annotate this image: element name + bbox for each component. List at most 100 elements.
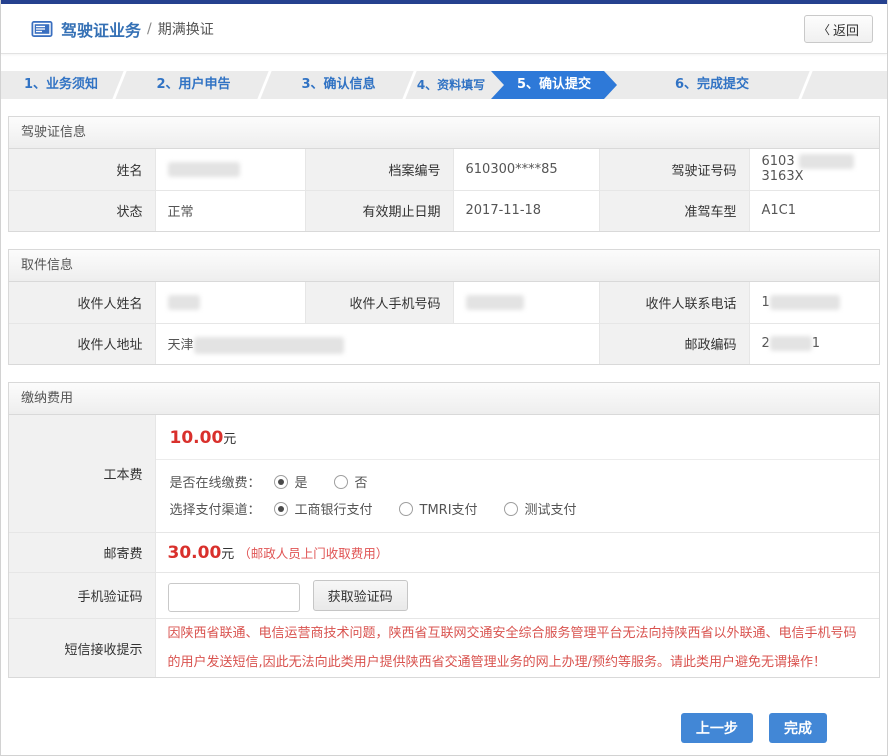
postage-fee-label: 邮寄费	[9, 533, 155, 573]
redacted-value	[466, 295, 524, 310]
channel-tmri-label: TMRI支付	[420, 499, 478, 518]
pay-channel-row: 选择支付渠道： 工商银行支付 TMRI支付 测试支付	[170, 495, 866, 522]
recipient-phone-prefix: 1	[762, 295, 770, 310]
license-info-table: 姓名 档案编号 610300****85 驾驶证号码 6103 3163X 状态…	[9, 149, 879, 231]
recipient-phone-label: 收件人联系电话	[599, 282, 749, 323]
pickup-info-section: 取件信息 收件人姓名 收件人手机号码 收件人联系电话 1 收件人地址 天津 邮政…	[8, 249, 880, 365]
sms-code-cell: 获取验证码	[155, 573, 879, 619]
table-row: 收件人姓名 收件人手机号码 收件人联系电话 1	[9, 282, 879, 323]
breadcrumb-current: 期满换证	[158, 19, 214, 39]
online-pay-row: 是否在线缴费： 是 否	[170, 468, 866, 495]
postal-code-label: 邮政编码	[599, 323, 749, 364]
table-row: 手机验证码 获取验证码	[9, 573, 879, 619]
step-6-complete-submit[interactable]: 6、完成提交	[617, 71, 807, 99]
radio-channel-icbc[interactable]: 工商银行支付	[274, 499, 373, 518]
table-row: 邮寄费 30.00元（邮政人员上门收取费用）	[9, 533, 879, 573]
back-button-label: 返回	[833, 20, 859, 39]
postal-code-prefix: 2	[762, 336, 770, 351]
radio-selected-icon[interactable]	[274, 475, 288, 489]
redacted-value	[770, 295, 840, 310]
license-number-label: 驾驶证号码	[599, 149, 749, 190]
breadcrumb-divider: /	[147, 21, 152, 37]
redacted-value	[799, 154, 854, 169]
radio-channel-tmri[interactable]: TMRI支付	[399, 499, 478, 518]
file-number-value: 610300****85	[453, 149, 599, 190]
postage-amount: 30.00	[168, 543, 222, 563]
expiry-date-label: 有效期止日期	[305, 190, 453, 231]
recipient-mobile-label: 收件人手机号码	[305, 282, 453, 323]
redacted-value	[168, 295, 200, 310]
step-3-confirm-info[interactable]: 3、确认信息	[266, 71, 411, 99]
name-label: 姓名	[9, 149, 155, 190]
channel-icbc-label: 工商银行支付	[295, 499, 373, 518]
table-row: 状态 正常 有效期止日期 2017-11-18 准驾车型 A1C1	[9, 190, 879, 231]
card-fee-cell: 10.00元 是否在线缴费： 是 否	[155, 415, 879, 533]
fees-table: 工本费 10.00元 是否在线缴费： 是	[9, 415, 879, 677]
card-fee-amount: 10.00	[170, 428, 224, 448]
get-code-button[interactable]: 获取验证码	[313, 580, 408, 611]
card-fee-amount-line: 10.00元	[156, 415, 880, 460]
footer-actions: 上一步 完成	[1, 713, 887, 743]
radio-selected-icon[interactable]	[274, 502, 288, 516]
recipient-address-prefix: 天津	[168, 338, 194, 353]
previous-step-button[interactable]: 上一步	[681, 713, 753, 743]
license-info-section: 驾驶证信息 姓名 档案编号 610300****85 驾驶证号码 6103 31…	[8, 116, 880, 232]
status-value: 正常	[155, 190, 305, 231]
radio-channel-test[interactable]: 测试支付	[504, 499, 577, 518]
license-info-heading: 驾驶证信息	[9, 117, 879, 149]
recipient-name-label: 收件人姓名	[9, 282, 155, 323]
license-service-icon	[31, 20, 53, 38]
online-pay-caption: 是否在线缴费：	[170, 472, 274, 491]
back-chevron-icon: 〈	[818, 21, 830, 38]
recipient-address-label: 收件人地址	[9, 323, 155, 364]
sms-tip-label: 短信接收提示	[9, 619, 155, 678]
step-1-business-notice[interactable]: 1、业务须知	[1, 71, 121, 99]
vehicle-class-value: A1C1	[749, 190, 879, 231]
channel-test-label: 测试支付	[525, 499, 577, 518]
license-number-suffix: 3163X	[762, 169, 804, 184]
fees-section: 缴纳费用 工本费 10.00元 是否在线缴费： 是	[8, 382, 880, 678]
expiry-date-value: 2017-11-18	[453, 190, 599, 231]
table-row: 收件人地址 天津 邮政编码 21	[9, 323, 879, 364]
name-value	[155, 149, 305, 190]
recipient-mobile-value	[453, 282, 599, 323]
postage-fee-value: 30.00元（邮政人员上门收取费用）	[155, 533, 879, 573]
step-bar-tail	[807, 71, 887, 99]
radio-online-pay-no[interactable]: 否	[334, 472, 368, 491]
finish-button[interactable]: 完成	[769, 713, 827, 743]
license-number-prefix: 6103	[762, 154, 795, 169]
radio-unselected-icon[interactable]	[504, 502, 518, 516]
sms-tip-text: 因陕西省联通、电信运营商技术问题，陕西省互联网交通安全综合服务管理平台无法向持陕…	[168, 619, 868, 677]
card-fee-unit: 元	[223, 432, 236, 447]
step-wizard: 1、业务须知 2、用户申告 3、确认信息 4、资料填写 5、确认提交 6、完成提…	[1, 71, 887, 99]
radio-online-pay-yes[interactable]: 是	[274, 472, 308, 491]
payment-options-block: 是否在线缴费： 是 否 选择支付渠道：	[156, 460, 880, 532]
online-pay-no-label: 否	[355, 472, 368, 491]
radio-unselected-icon[interactable]	[399, 502, 413, 516]
postage-unit: 元	[221, 547, 234, 562]
table-row: 工本费 10.00元 是否在线缴费： 是	[9, 415, 879, 533]
radio-unselected-icon[interactable]	[334, 475, 348, 489]
table-row: 姓名 档案编号 610300****85 驾驶证号码 6103 3163X	[9, 149, 879, 190]
vehicle-class-label: 准驾车型	[599, 190, 749, 231]
step-2-user-declaration[interactable]: 2、用户申告	[121, 71, 266, 99]
table-row: 短信接收提示 因陕西省联通、电信运营商技术问题，陕西省互联网交通安全综合服务管理…	[9, 619, 879, 678]
recipient-phone-value: 1	[749, 282, 879, 323]
license-number-value: 6103 3163X	[749, 149, 879, 190]
card-fee-label: 工本费	[9, 415, 155, 533]
back-button[interactable]: 〈 返回	[804, 15, 873, 43]
step-4-fill-data[interactable]: 4、资料填写	[411, 71, 491, 99]
sms-code-input[interactable]	[168, 583, 300, 612]
redacted-value	[168, 162, 240, 177]
page-title: 驾驶证业务	[61, 17, 141, 41]
postal-code-value: 21	[749, 323, 879, 364]
recipient-address-value: 天津	[155, 323, 599, 364]
redacted-value	[194, 337, 344, 354]
page-header: 驾驶证业务 / 期满换证 〈 返回	[1, 4, 887, 54]
recipient-name-value	[155, 282, 305, 323]
step-5-confirm-submit-active[interactable]: 5、确认提交	[491, 71, 617, 99]
online-pay-yes-label: 是	[295, 472, 308, 491]
pickup-info-heading: 取件信息	[9, 250, 879, 282]
file-number-label: 档案编号	[305, 149, 453, 190]
page: 驾驶证业务 / 期满换证 〈 返回 1、业务须知 2、用户申告 3、确认信息 4…	[0, 0, 888, 756]
